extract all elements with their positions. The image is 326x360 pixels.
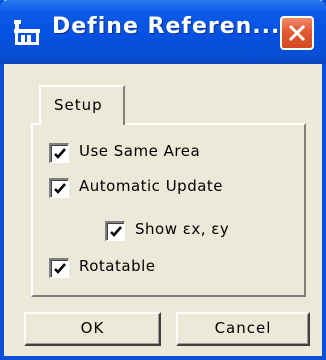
setup-panel: Use Same Area Automatic Update Show εx, …: [31, 123, 306, 297]
rotatable-label: Rotatable: [79, 257, 156, 275]
dialog-window: Define Referen... Setup Use Same Area Au…: [0, 0, 326, 360]
app-icon: [12, 17, 42, 47]
show-ex-ey-label: Show εx, εy: [135, 220, 230, 238]
use-same-area-label: Use Same Area: [79, 142, 201, 160]
ok-button[interactable]: OK: [24, 312, 161, 346]
tab-setup[interactable]: Setup: [39, 85, 125, 125]
tab-setup-label: Setup: [54, 96, 103, 114]
window-title: Define Referen...: [52, 14, 281, 39]
use-same-area-checkbox[interactable]: [49, 143, 69, 163]
close-icon: [288, 24, 306, 42]
checkmark-icon: [110, 226, 122, 237]
automatic-update-label: Automatic Update: [79, 177, 224, 195]
close-button[interactable]: [280, 16, 314, 50]
automatic-update-checkbox[interactable]: [49, 178, 69, 198]
cancel-button[interactable]: Cancel: [176, 312, 310, 346]
show-ex-ey-checkbox[interactable]: [105, 221, 125, 241]
title-bar[interactable]: Define Referen...: [0, 0, 326, 64]
rotatable-checkbox[interactable]: [49, 258, 69, 278]
checkmark-icon: [54, 148, 66, 159]
checkmark-icon: [54, 183, 66, 194]
checkmark-icon: [54, 263, 66, 274]
